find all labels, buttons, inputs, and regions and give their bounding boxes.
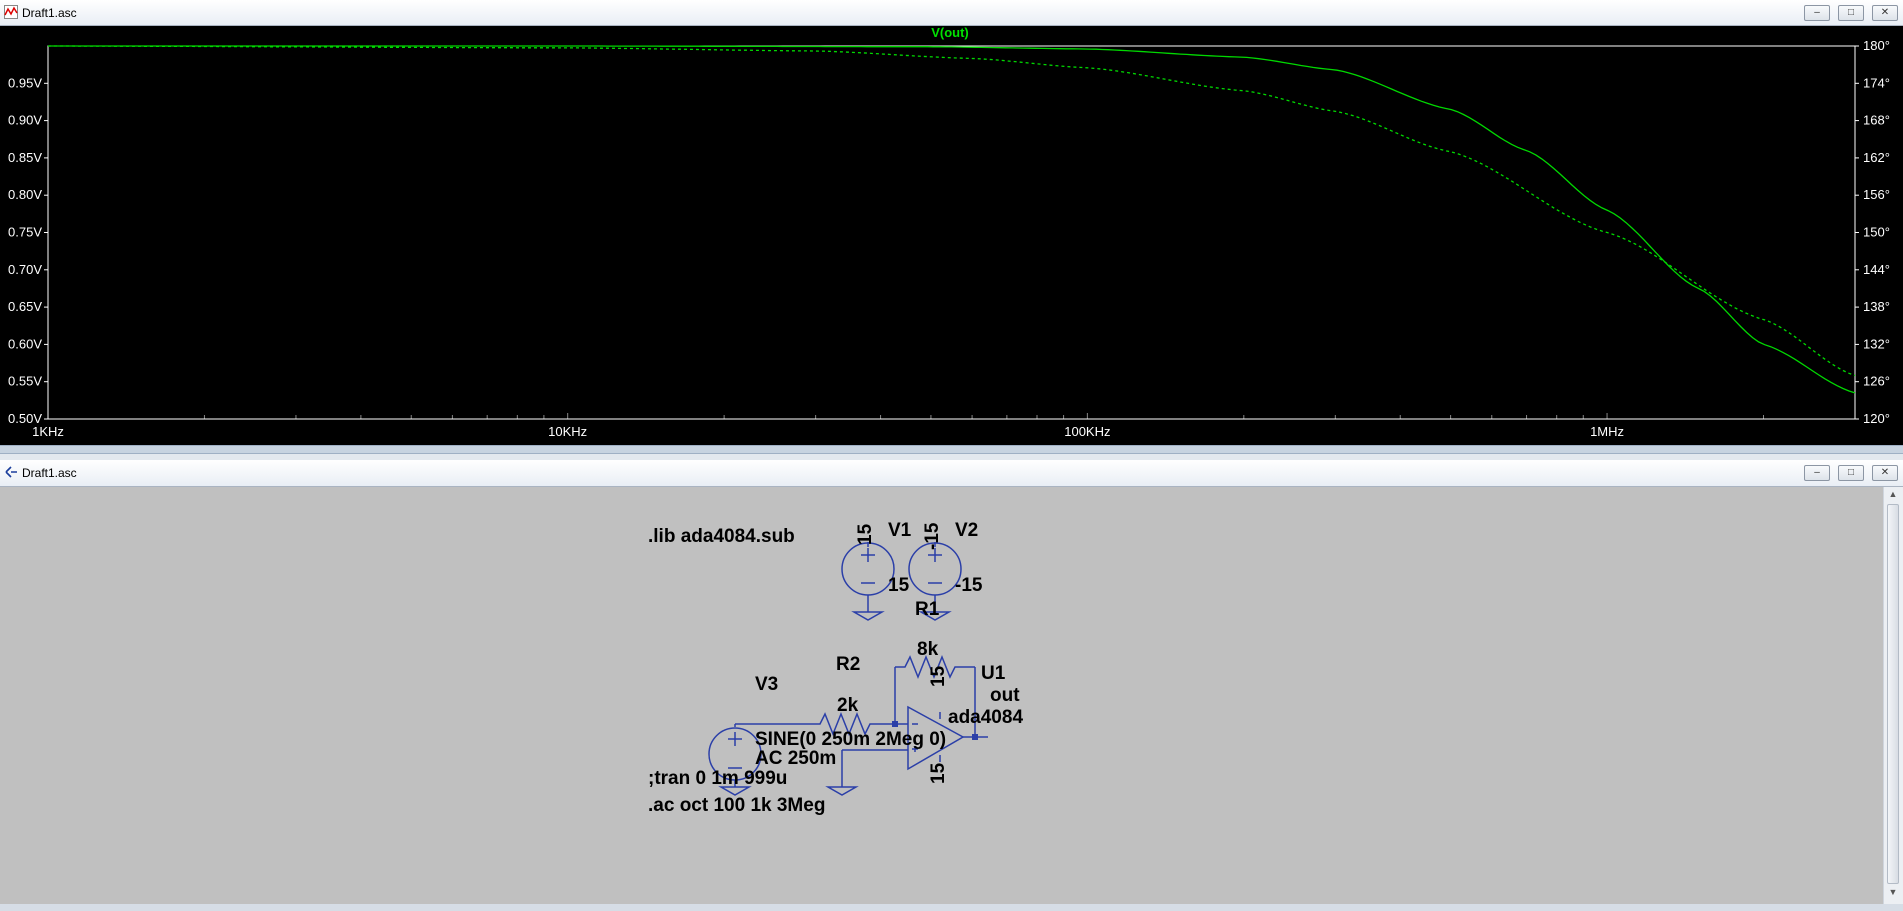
trace-label-vout[interactable]: V(out) [931, 25, 969, 40]
scroll-thumb[interactable] [1887, 504, 1899, 884]
u1-model[interactable]: ada4084 [948, 707, 1023, 729]
v1-value[interactable]: 15 [888, 575, 909, 597]
scroll-up-arrow-icon[interactable]: ▲ [1887, 489, 1899, 501]
r2-value[interactable]: 2k [837, 695, 858, 717]
x-tick-label: 1KHz [32, 424, 64, 439]
y-tick-label: 0.80V [8, 187, 42, 202]
y-tick-label: 0.55V [8, 374, 42, 389]
u1-supply-neg-label: 15 [928, 762, 949, 784]
output-node [972, 734, 978, 740]
tran-directive[interactable]: ;tran 0 1m 999u [648, 768, 787, 790]
v2-name[interactable]: V2 [955, 520, 978, 542]
net-label-out[interactable]: out [990, 685, 1020, 707]
trace-vout-magnitude[interactable] [48, 45, 1856, 394]
ac-analysis-chart[interactable]: 0.50V0.55V0.60V0.65V0.70V0.75V0.80V0.85V… [0, 25, 1903, 445]
trace-vout-phase[interactable] [48, 45, 1856, 377]
voltage-source-v1[interactable] [841, 542, 895, 621]
waveform-plot-pane[interactable]: 0.50V 0.55V 0.60V 0.65V 0.70V 0.75V 0.80V 0.85V… [0, 25, 1903, 445]
y-tick-label: 0.60V [8, 336, 42, 351]
lib-directive[interactable]: .lib ada4084.sub [648, 526, 795, 548]
r1-name[interactable]: R1 [915, 599, 939, 621]
y-tick-label: 0.90V [8, 113, 42, 128]
waveform-titlebar[interactable]: Draft1.asc – □ ✕ [0, 0, 1903, 26]
window-bottom-border [0, 904, 1903, 911]
waveform-close-button[interactable]: ✕ [1872, 5, 1898, 21]
x-tick-label: 10KHz [548, 424, 587, 439]
window-splitter[interactable] [0, 445, 1903, 454]
waveform-window-title: Draft1.asc [22, 6, 77, 20]
y2-tick-label: 138° [1863, 299, 1890, 314]
y-tick-label: 0.95V [8, 75, 42, 90]
y2-tick-label: 180° [1863, 38, 1890, 53]
schematic-window-title: Draft1.asc [22, 466, 77, 480]
ac-directive[interactable]: .ac oct 100 1k 3Meg [648, 795, 825, 817]
schematic-titlebar[interactable]: Draft1.asc – □ ✕ [0, 460, 1903, 487]
y2-tick-label: 126° [1863, 374, 1890, 389]
v1-name[interactable]: V1 [888, 520, 911, 542]
y2-tick-label: 120° [1863, 411, 1890, 426]
y-tick-label: 0.65V [8, 299, 42, 314]
x-tick-label: 100KHz [1064, 424, 1110, 439]
u1-name[interactable]: U1 [981, 663, 1005, 685]
y2-tick-label: 168° [1863, 113, 1890, 128]
x-tick-label: 1MHz [1590, 424, 1624, 439]
waveform-maximize-button[interactable]: □ [1838, 5, 1864, 21]
schematic-close-button[interactable]: ✕ [1872, 465, 1898, 481]
u1-supply-pos-label: 15 [928, 665, 949, 687]
r2-name[interactable]: R2 [836, 654, 860, 676]
schematic-maximize-button[interactable]: □ [1838, 465, 1864, 481]
y2-tick-label: 144° [1863, 262, 1890, 277]
r1-value[interactable]: 8k [917, 639, 938, 661]
y2-tick-label: 132° [1863, 336, 1890, 351]
v2-top-label: -15 [922, 522, 943, 550]
plot-frame [47, 45, 1856, 420]
schematic-canvas[interactable]: .lib ada4084.sub 15 V1 15 -15 V2 -15 R1 … [0, 487, 1883, 904]
v2-value[interactable]: -15 [955, 575, 982, 597]
y-tick-label: 0.85V [8, 150, 42, 165]
y2-tick-label: 150° [1863, 225, 1890, 240]
schematic-minimize-button[interactable]: – [1804, 465, 1830, 481]
scroll-down-arrow-icon[interactable]: ▼ [1887, 887, 1899, 899]
schematic-vertical-scrollbar[interactable]: ▲ ▼ [1883, 487, 1903, 904]
y-tick-label: 0.75V [8, 225, 42, 240]
schematic-app-icon [5, 466, 17, 478]
waveform-minimize-button[interactable]: – [1804, 5, 1830, 21]
waveform-app-icon [4, 5, 18, 19]
y2-tick-label: 162° [1863, 150, 1890, 165]
v3-line2[interactable]: AC 250m [755, 748, 836, 770]
v1-top-label: 15 [855, 523, 876, 545]
y-tick-label: 0.70V [8, 262, 42, 277]
y2-tick-label: 156° [1863, 187, 1890, 202]
y2-tick-label: 174° [1863, 75, 1890, 90]
junction-node [892, 721, 898, 727]
v3-name[interactable]: V3 [755, 674, 778, 696]
